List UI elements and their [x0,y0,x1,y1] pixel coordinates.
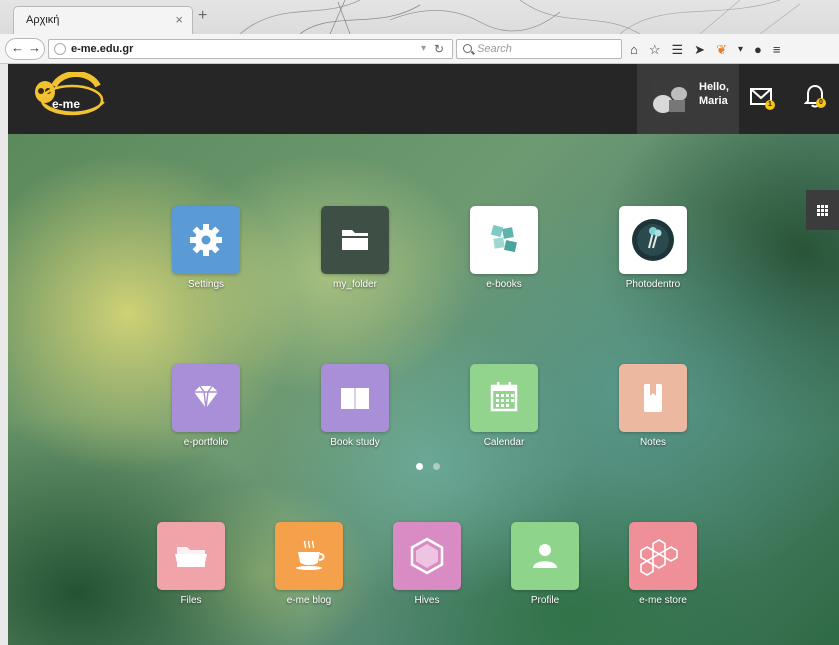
app-desktop: Settings my_folder e-books Photodentro e… [8,134,839,645]
app-icon-bg [157,522,225,590]
app-label: e-portfolio [183,437,229,448]
app-label: Files [180,595,202,606]
app-label: Hives [414,595,440,606]
back-forward-buttons: ← → [5,38,45,60]
app-icon-bg [393,522,461,590]
forward-arrow-icon[interactable]: → [28,40,41,55]
avatar [651,80,689,116]
dock-tile-e-me-store[interactable]: e-me store [613,522,713,606]
app-label: my_folder [333,279,377,290]
page-indicator [416,463,440,470]
app-label: Settings [187,279,225,290]
svg-text:e-me: e-me [52,97,80,111]
app-label: Notes [639,437,667,448]
url-dropdown-icon[interactable]: ▾ [421,43,426,54]
browser-tab[interactable]: Αρχική × [13,6,193,34]
home-icon[interactable]: ⌂ [630,42,638,58]
person-icon [533,544,557,568]
user-menu[interactable]: Hello, Maria [637,64,739,134]
bookmarks-list-icon[interactable]: ☰ [672,42,684,58]
app-label: e-me blog [286,595,332,606]
app-icon-bg [511,522,579,590]
hexagon-icon [410,537,444,575]
search-placeholder: Search [477,43,512,55]
extension-dropdown-icon[interactable]: ▾ [738,42,743,58]
honeycomb-icon [640,539,678,576]
back-arrow-icon[interactable]: ← [11,40,24,55]
user-greeting: Hello, Maria [699,80,729,108]
all-apps-button[interactable] [806,190,839,230]
site-header: e-me Hello, Maria 1 0 [8,64,839,134]
app-icon-bg [321,206,389,274]
app-icon-bg [629,522,697,590]
coffee-cup-icon [296,540,325,570]
notifications-button[interactable]: 0 [803,84,827,113]
diamond-icon [194,385,218,409]
app-tile-calendar[interactable]: Calendar [454,364,554,448]
app-tile-notes[interactable]: Notes [603,364,703,448]
close-tab-icon[interactable]: × [175,12,183,27]
book-icon [341,388,369,409]
app-icon-bg [619,364,687,432]
notifications-count-badge: 0 [816,98,826,108]
dock-tile-hives[interactable]: Hives [377,522,477,606]
search-icon [463,44,472,53]
calendar-icon [490,382,518,412]
app-icon-bg [619,206,687,274]
url-bar[interactable]: e-me.edu.gr ▾ ↻ [48,39,453,59]
site-identity-icon[interactable] [54,43,66,55]
menu-icon[interactable]: ≡ [773,42,781,58]
photodentro-icon [632,219,674,261]
notes-icon [644,384,662,412]
app-icon-bg [470,206,538,274]
app-tile-my-folder[interactable]: my_folder [305,206,405,290]
e-me-logo[interactable]: e-me [32,71,112,127]
app-label: Photodentro [625,279,681,290]
app-label: e-books [486,279,522,290]
app-icon-bg [172,364,240,432]
app-icon-bg [321,364,389,432]
messages-count-badge: 1 [765,100,775,110]
dock-tile-files[interactable]: Files [141,522,241,606]
greeting-hello: Hello, [699,81,729,93]
app-label: Book study [330,437,380,448]
chat-icon[interactable]: ● [754,42,762,58]
page-dot[interactable] [433,463,440,470]
app-icon-bg [275,522,343,590]
bookmark-star-icon[interactable]: ☆ [649,42,661,58]
gear-icon [190,224,222,256]
dock-tile-e-me-blog[interactable]: e-me blog [259,522,359,606]
app-tile-book-study[interactable]: Book study [305,364,405,448]
ebook-icon [490,224,517,253]
page-dot-active[interactable] [416,463,423,470]
tab-title: Αρχική [26,14,60,26]
send-icon[interactable]: ➤ [694,42,705,58]
extension-icon[interactable]: ❦ [716,42,727,58]
app-icon-bg [470,364,538,432]
app-tile-e-portfolio[interactable]: e-portfolio [156,364,256,448]
browser-navbar: ← → e-me.edu.gr ▾ ↻ Search ⌂ ☆ ☰ ➤ ❦ ▾ ●… [0,34,839,64]
app-label: e-me store [639,595,687,606]
app-label: Calendar [483,437,525,448]
reload-icon[interactable]: ↻ [434,42,444,56]
greeting-username: Maria [699,95,728,107]
app-tile-settings[interactable]: Settings [156,206,256,290]
app-icon-bg [172,206,240,274]
browser-toolbar-icons: ⌂ ☆ ☰ ➤ ❦ ▾ ● ≡ [630,41,780,59]
dock-tile-profile[interactable]: Profile [495,522,595,606]
search-input[interactable]: Search [456,39,622,59]
app-tile-e-books[interactable]: e-books [454,206,554,290]
app-label: Profile [530,595,560,606]
grid-icon [817,205,828,216]
url-text[interactable]: e-me.edu.gr [71,43,133,55]
messages-button[interactable]: 1 [750,86,775,113]
app-tile-photodentro[interactable]: Photodentro [603,206,703,290]
folder-icon [175,547,207,567]
folder-icon [342,230,368,250]
new-tab-button[interactable]: + [198,8,207,24]
browser-tab-strip: Αρχική × + [0,0,839,34]
